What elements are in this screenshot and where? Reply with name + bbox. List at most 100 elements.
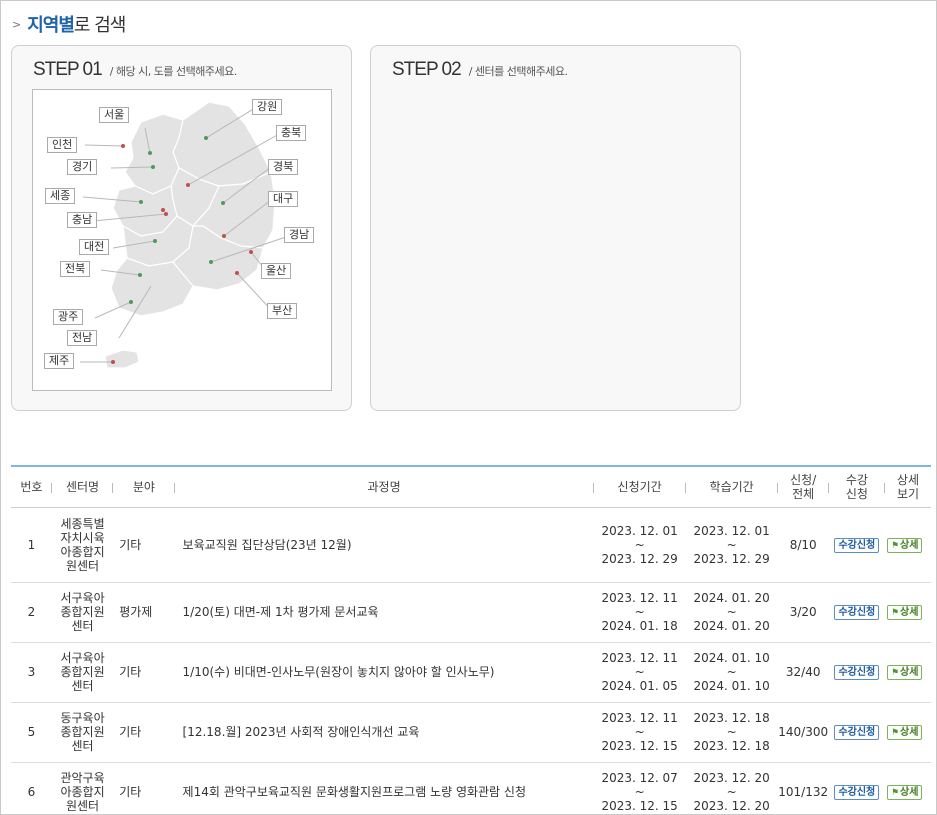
header-apply-line1: 수강 [845, 472, 868, 487]
region-seoul[interactable]: 서울 [99, 107, 130, 123]
detail-button-label: 상세 [900, 727, 919, 738]
region-jeonnam[interactable]: 전남 [67, 330, 98, 346]
step2-header: STEP 02 / 센터를 선택해주세요. [392, 59, 568, 81]
table-row: 3 서구육아종합지원센터 기타 1/10(수) 비대면-인사노무(원장이 놓치지… [11, 642, 931, 703]
row-apply-period: 2023. 12. 11 ~ 2024. 01. 05 [593, 642, 686, 703]
row-apply-period: 2023. 12. 07 ~ 2023. 12. 15 [593, 762, 686, 815]
flag-icon: ⚑ [890, 788, 900, 798]
region-gwangju[interactable]: 광주 [53, 309, 84, 325]
row-count: 101/132 [777, 762, 829, 815]
step1-header: STEP 01 / 해당 시, 도를 선택해주세요. [33, 59, 237, 81]
apply-button[interactable]: 수강신청 [834, 785, 880, 800]
region-gyeongbuk[interactable]: 경북 [268, 159, 299, 175]
header-apply: 수강 신청 [828, 466, 886, 508]
row-apply-from: 2023. 12. 11 [601, 711, 678, 725]
row-study-to: 2023. 12. 29 [693, 551, 770, 566]
header-no: 번호 [11, 466, 52, 508]
row-detail-cell: ⚑상세 [884, 642, 931, 703]
tilde-text: ~ [726, 785, 737, 799]
region-jeonbuk[interactable]: 전북 [60, 261, 91, 277]
row-center: 동구육아종합지원센터 [51, 702, 114, 763]
tilde-text: ~ [634, 725, 645, 739]
table-header-row: 번호 센터명 분야 과정명 신청기간 학습기간 신청/ 전체 수강 신청 상세 … [11, 466, 931, 508]
region-daegu[interactable]: 대구 [268, 191, 299, 207]
row-no: 5 [11, 702, 52, 763]
row-study-to: 2024. 01. 20 [693, 619, 770, 633]
map-area-jeju [104, 349, 140, 369]
course-table-wrap: 번호 센터명 분야 과정명 신청기간 학습기간 신청/ 전체 수강 신청 상세 … [11, 465, 931, 815]
table-row: 2 서구육아종합지원센터 평가제 1/20(토) 대면-제 1차 평가제 문서교… [11, 582, 931, 643]
step2-label: STEP 02 [392, 59, 462, 80]
header-detail-line1: 상세 [896, 472, 920, 487]
row-course: 보육교직원 집단상담(23년 12월) [174, 507, 594, 583]
tilde-text: ~ [726, 725, 737, 739]
tilde-text: ~ [726, 605, 737, 619]
row-study-from: 2024. 01. 10 [693, 651, 770, 665]
header-count-line2: 전체 [792, 486, 815, 501]
course-table: 번호 센터명 분야 과정명 신청기간 학습기간 신청/ 전체 수강 신청 상세 … [11, 465, 931, 815]
region-chungnam[interactable]: 충남 [67, 212, 98, 228]
detail-button-label: 상세 [900, 607, 919, 618]
row-field: 기타 [113, 642, 175, 703]
row-no: 6 [11, 762, 52, 815]
detail-button-label: 상세 [900, 787, 919, 798]
region-gyeonggi[interactable]: 경기 [67, 159, 98, 175]
apply-button[interactable]: 수강신청 [834, 725, 880, 740]
detail-button[interactable]: ⚑상세 [886, 605, 923, 620]
title-rest: 로 검색 [73, 15, 126, 36]
row-study-from: 2023. 12. 01 [693, 523, 770, 538]
korea-map: 서울 강원 인천 충북 경기 경북 세종 대구 충남 경남 대전 울산 전북 부… [32, 89, 332, 391]
row-apply-cell: 수강신청 [828, 642, 885, 703]
region-daejeon[interactable]: 대전 [79, 239, 110, 255]
row-apply-to: 2023. 12. 15 [601, 799, 678, 813]
apply-button[interactable]: 수강신청 [834, 605, 880, 620]
tilde-text: ~ [634, 537, 645, 552]
region-gangwon[interactable]: 강원 [252, 99, 283, 115]
row-study-to: 2024. 01. 10 [693, 679, 770, 693]
section-title: > 지역별 로 검색 [12, 10, 126, 38]
header-count: 신청/ 전체 [777, 466, 829, 508]
row-count: 8/10 [777, 507, 829, 583]
row-no: 1 [11, 507, 52, 583]
tilde-text: ~ [726, 537, 737, 552]
apply-button[interactable]: 수강신청 [834, 537, 880, 553]
detail-button[interactable]: ⚑상세 [886, 665, 923, 680]
row-count: 32/40 [777, 642, 829, 703]
header-course: 과정명 [174, 466, 594, 508]
row-study-period: 2023. 12. 20 ~ 2023. 12. 20 [685, 762, 778, 815]
row-apply-period: 2023. 12. 11 ~ 2024. 01. 18 [593, 582, 686, 643]
detail-button[interactable]: ⚑상세 [886, 725, 923, 740]
row-count: 140/300 [777, 702, 829, 763]
header-study-period: 학습기간 [685, 466, 778, 508]
region-jeju[interactable]: 제주 [44, 353, 75, 369]
table-row: 6 관악구육아종합지원센터 기타 제14회 관악구보육교직원 문화생활지원프로그… [11, 762, 931, 815]
region-sejong[interactable]: 세종 [45, 188, 76, 204]
region-gyeongnam[interactable]: 경남 [284, 227, 315, 243]
row-study-period: 2023. 12. 18 ~ 2023. 12. 18 [685, 702, 778, 763]
region-chungbuk[interactable]: 충북 [276, 125, 307, 141]
apply-button[interactable]: 수강신청 [834, 665, 880, 680]
tilde-text: ~ [634, 665, 645, 679]
row-apply-to: 2024. 01. 05 [601, 679, 678, 693]
flag-icon: ⚑ [890, 668, 900, 678]
row-study-period: 2024. 01. 10 ~ 2024. 01. 10 [685, 642, 778, 703]
detail-button[interactable]: ⚑상세 [886, 537, 923, 553]
title-bullet-icon: > [12, 17, 22, 31]
region-busan[interactable]: 부산 [267, 303, 298, 319]
header-count-line1: 신청/ [790, 472, 817, 487]
course-table-body: 1 세종특별자치시육아종합지원센터 기타 보육교직원 집단상담(23년 12월)… [11, 507, 931, 815]
detail-button-label: 상세 [900, 539, 919, 551]
tilde-text: ~ [726, 665, 737, 679]
step1-desc: / 해당 시, 도를 선택해주세요. [109, 65, 238, 78]
detail-button[interactable]: ⚑상세 [886, 785, 923, 800]
step1-panel: STEP 01 / 해당 시, 도를 선택해주세요. 서울 강원 인천 충북 경… [11, 45, 352, 411]
step2-desc: / 센터를 선택해주세요. [468, 65, 568, 78]
table-row: 1 세종특별자치시육아종합지원센터 기타 보육교직원 집단상담(23년 12월)… [11, 507, 931, 583]
row-study-from: 2023. 12. 18 [693, 711, 770, 725]
row-field: 기타 [113, 507, 175, 583]
flag-icon: ⚑ [890, 540, 900, 551]
region-ulsan[interactable]: 울산 [261, 263, 292, 279]
row-apply-from: 2023. 12. 01 [601, 523, 678, 538]
region-incheon[interactable]: 인천 [47, 137, 78, 153]
row-study-to: 2023. 12. 20 [693, 799, 770, 813]
